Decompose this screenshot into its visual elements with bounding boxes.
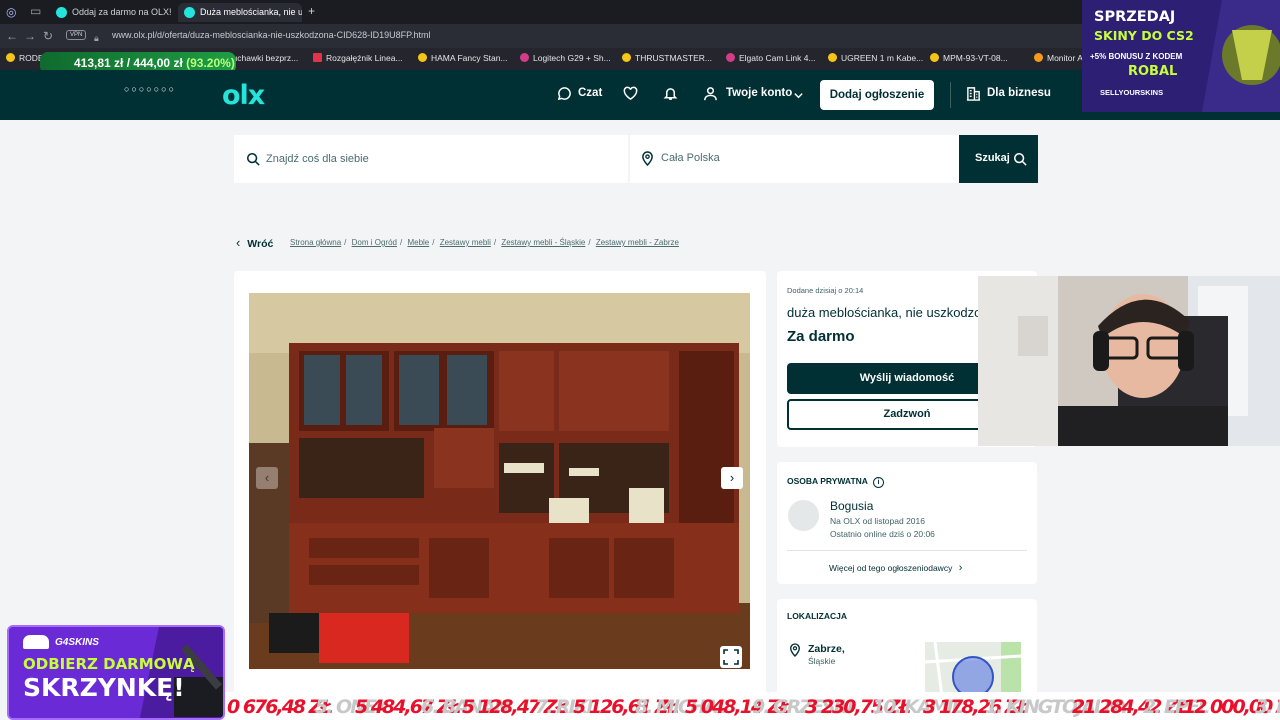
bookmark-item[interactable]: Monitor A (1034, 53, 1083, 63)
expand-icon (723, 649, 739, 670)
fullscreen-button[interactable] (720, 646, 742, 668)
bookmark-item[interactable]: MPM-93-VT-08... (930, 53, 1008, 63)
search-button[interactable]: Szukaj (959, 135, 1038, 183)
seller-name: Bogusia (830, 499, 874, 513)
olx-logo[interactable]: olx (222, 80, 265, 111)
ticker-name: 3. KU (1255, 696, 1280, 718)
g4skins-logo-icon (23, 635, 49, 649)
location-title: LOKALIZACJA (787, 611, 847, 621)
seller-since: Na OLX od listopad 2016 (830, 516, 925, 526)
chevron-down-icon[interactable] (793, 88, 804, 106)
account-menu[interactable]: Twoje konto (726, 87, 792, 99)
gallery-next-button[interactable]: › (721, 467, 743, 489)
seller-type: OSOBA PRYWATNA i (787, 476, 884, 488)
vpn-badge[interactable]: VPN (66, 30, 87, 40)
sponsor-banner-bottom: G4SKINS ODBIERZ DARMOWĄ SKRZYNKĘ! (7, 625, 225, 720)
post-ad-button[interactable]: Dodaj ogłoszenie (820, 80, 934, 110)
ad-price: Za darmo (787, 328, 855, 345)
olx-favicon (184, 7, 195, 18)
location-city: Zabrze, (808, 643, 845, 655)
bookmark-item[interactable]: Elgato Cam Link 4... (726, 53, 816, 63)
chevron-left-icon: ‹ (236, 235, 241, 250)
divider (787, 550, 1027, 551)
url-field[interactable]: www.olx.pl/d/oferta/duza-mebloscianka-ni… (112, 30, 430, 40)
gallery-prev-button[interactable]: ‹ (256, 467, 278, 489)
business-icon[interactable] (966, 86, 981, 106)
webcam-overlay (978, 276, 1280, 446)
search-icon (246, 152, 260, 171)
location-region: Śląskie (808, 656, 836, 666)
info-icon[interactable]: i (872, 477, 884, 488)
location-pin-icon (789, 643, 801, 662)
listing-photo[interactable] (249, 293, 750, 669)
location-pin-icon (641, 151, 654, 171)
tab-current-ad[interactable]: Duża meblościanka, nie us (178, 3, 302, 22)
seller-last-online: Ostatnio online dziś o 20:06 (830, 529, 935, 539)
olx-favicon (56, 7, 67, 18)
browser-menu-icon[interactable]: ◎ (6, 4, 16, 20)
ad-added-date: Dodane dzisiaj o 20:14 (787, 286, 864, 295)
avatar (788, 500, 819, 531)
tab-overview-icon[interactable]: ▭ (30, 3, 41, 19)
bookmark-item[interactable]: HAMA Fancy Stan... (418, 53, 508, 63)
search-placeholder: Znajdź coś dla siebie (266, 153, 369, 165)
tab-olx-free[interactable]: Oddaj za darmo na OLX! D (50, 3, 172, 22)
breadcrumb-item[interactable]: Zestawy mebli (440, 238, 491, 247)
forward-icon[interactable]: → (24, 28, 36, 44)
ad-title: duża meblościanka, nie uszkodzona (787, 305, 996, 320)
search-input[interactable]: Znajdź coś dla siebie (234, 135, 626, 183)
overlay-dots: ○○○○○○○ (124, 84, 177, 94)
leaderboard-ticker: 0 676,48 ZŁ 5. ONEK 5 484,67 ZŁ 6. BANAN… (225, 692, 1280, 720)
location-value: Cała Polska (661, 152, 720, 164)
reload-icon[interactable]: ↻ (43, 28, 53, 44)
bell-icon[interactable] (663, 86, 678, 106)
breadcrumb: Strona główna / Dom i Ogród / Meble / Zesta… (290, 238, 679, 247)
breadcrumb-item[interactable]: Meble (407, 238, 429, 247)
bookmark-item[interactable]: THRUSTMASTER... (622, 53, 712, 63)
more-from-seller-link[interactable]: Więcej od tego ogłoszeniodawcy › (829, 562, 962, 574)
header-divider (950, 82, 951, 108)
chevron-right-icon: › (958, 562, 963, 574)
breadcrumb-item[interactable]: Dom i Ogród (352, 238, 397, 247)
sponsor-banner-top: SPRZEDAJ SKINY DO CS2 +5% BONUSU Z KODEM… (1082, 0, 1280, 112)
breadcrumb-item[interactable]: Zestawy mebli - Zabrze (596, 238, 679, 247)
chat-link[interactable]: Czat (578, 87, 602, 99)
sellyourskins-logo: SELLYOURSKINS (1100, 88, 1164, 97)
new-tab-icon[interactable]: + (308, 3, 315, 19)
breadcrumb-item[interactable]: Zestawy mebli - Śląskie (501, 238, 585, 247)
business-link[interactable]: Dla biznesu (987, 87, 1051, 99)
chat-icon[interactable] (557, 86, 572, 106)
back-icon[interactable]: ← (6, 28, 18, 44)
breadcrumb-item[interactable]: Strona główna (290, 238, 341, 247)
back-link[interactable]: ‹ Wróć (236, 235, 273, 250)
lock-icon: 🔒︎ (94, 33, 99, 43)
search-icon (1013, 152, 1027, 169)
user-icon[interactable] (703, 86, 718, 106)
bookmark-item[interactable]: UGREEN 1 m Kabe... (828, 53, 923, 63)
bookmark-item[interactable]: Rozgałęźnik Linea... (313, 53, 403, 63)
location-input[interactable]: Cała Polska (630, 135, 958, 183)
bookmark-item[interactable]: Logitech G29 + Sh... (520, 53, 611, 63)
heart-icon[interactable] (623, 86, 638, 106)
